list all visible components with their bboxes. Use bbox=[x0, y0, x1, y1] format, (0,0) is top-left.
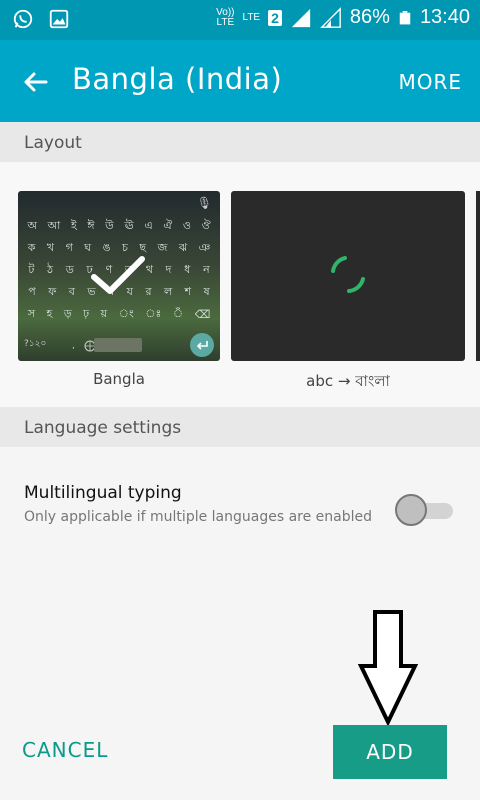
keyboard-key: ই bbox=[70, 218, 77, 232]
keyboard-key: ট bbox=[28, 262, 35, 276]
keyboard-key: ঝ bbox=[178, 240, 188, 254]
multilingual-toggle[interactable] bbox=[395, 492, 455, 528]
down-arrow-annotation-icon bbox=[358, 610, 418, 726]
signal-icon bbox=[291, 8, 311, 27]
keyboard-key: ব bbox=[68, 284, 75, 298]
keyboard-key: ঔ bbox=[201, 218, 211, 232]
clock: 13:40 bbox=[419, 6, 470, 28]
more-button[interactable]: MORE bbox=[398, 70, 462, 94]
keyboard-key: র bbox=[145, 284, 152, 298]
keyboard-row: অআইঈউঊএঐওঔ bbox=[18, 215, 220, 237]
mic-icon: 🎙 bbox=[196, 196, 212, 210]
layout-carousel[interactable]: 🎙 অআইঈউঊএঐওঔকখগঘঙচছজঝঞটঠডঢণতথদধনপফবভমযরল… bbox=[0, 163, 480, 407]
keyboard-key: ং bbox=[118, 306, 134, 320]
back-arrow-icon[interactable] bbox=[18, 64, 54, 100]
symbol-key: ?১২০ bbox=[24, 339, 47, 349]
keyboard-key: ⌫ bbox=[194, 307, 211, 321]
keyboard-key: ল bbox=[163, 284, 173, 298]
keyboard-key: উ bbox=[105, 218, 114, 232]
keyboard-key: ঐ bbox=[163, 218, 173, 232]
toggle-knob bbox=[395, 494, 427, 526]
keyboard-key: ষ bbox=[203, 284, 210, 298]
layout-option-next[interactable] bbox=[476, 191, 480, 361]
keyboard-key: এ bbox=[144, 218, 153, 232]
whatsapp-icon bbox=[13, 9, 33, 29]
comma-key: , bbox=[72, 341, 75, 351]
keyboard-key: ঈ bbox=[87, 218, 95, 232]
layout-option-transliteration[interactable] bbox=[231, 191, 465, 361]
keyboard-key: ন bbox=[203, 262, 210, 276]
keyboard-key: ঊ bbox=[124, 218, 134, 232]
loading-spinner-icon bbox=[331, 256, 365, 293]
setting-title: Multilingual typing bbox=[24, 483, 182, 503]
keyboard-key: ও bbox=[182, 218, 191, 232]
keyboard-bottom-row: ?১২০ , bbox=[18, 329, 220, 361]
layout-caption-transliteration: abc → বাংলা bbox=[306, 372, 390, 390]
keyboard-key: ফ bbox=[48, 284, 57, 298]
signal-icon bbox=[320, 6, 341, 28]
keyboard-key: ঞ bbox=[198, 240, 211, 254]
setting-subtitle: Only applicable if multiple languages ar… bbox=[24, 509, 373, 525]
lte-indicator: LTE bbox=[242, 11, 261, 23]
keyboard-key: থ bbox=[145, 262, 153, 276]
keyboard-key: অ bbox=[27, 218, 37, 232]
status-bar: Vo)) LTE LTE 2 86% 13:40 bbox=[0, 0, 480, 40]
gallery-icon bbox=[49, 9, 69, 29]
keyboard-key: ড় bbox=[63, 306, 72, 320]
keyboard-key: স bbox=[27, 306, 36, 320]
section-header-layout: Layout bbox=[0, 122, 480, 162]
sim-slot-badge: 2 bbox=[268, 9, 282, 26]
volte-icon: Vo)) LTE bbox=[216, 6, 235, 28]
keyboard-key: ক bbox=[27, 240, 36, 254]
multilingual-typing-setting[interactable]: Multilingual typing Only applicable if m… bbox=[0, 447, 480, 537]
keyboard-key: শ bbox=[184, 284, 192, 298]
layout-caption-bangla: Bangla bbox=[93, 370, 145, 388]
keyboard-key: ঢ় bbox=[83, 306, 90, 320]
keyboard-key: ঠ bbox=[47, 262, 53, 276]
enter-key-icon bbox=[190, 333, 214, 357]
keyboard-key: আ bbox=[47, 218, 61, 232]
keyboard-key: খ bbox=[46, 240, 55, 254]
keyboard-key: জ bbox=[157, 240, 168, 254]
keyboard-key: ঁ bbox=[172, 306, 184, 320]
keyboard-key: ড bbox=[65, 262, 74, 276]
keyboard-key: প bbox=[28, 284, 36, 298]
keyboard-key: গ bbox=[65, 240, 73, 254]
spacebar bbox=[94, 338, 142, 352]
keyboard-key: হ bbox=[46, 306, 53, 320]
battery-percent: 86% bbox=[349, 6, 390, 28]
keyboard-row: স হ ড় ঢ় য়ংঃঁ ⌫ bbox=[18, 303, 220, 325]
add-button[interactable]: ADD bbox=[333, 725, 447, 779]
section-header-language-settings: Language settings bbox=[0, 407, 480, 447]
battery-icon bbox=[399, 10, 411, 24]
keyboard-key: ঃ bbox=[145, 306, 162, 320]
layout-option-bangla[interactable]: 🎙 অআইঈউঊএঐওঔকখগঘঙচছজঝঞটঠডঢণতথদধনপফবভমযরল… bbox=[18, 191, 220, 361]
keyboard-key: দ bbox=[165, 262, 172, 276]
keyboard-key: য় bbox=[100, 306, 108, 320]
checkmark-icon bbox=[91, 256, 145, 294]
page-title: Bangla (India) bbox=[72, 62, 283, 96]
keyboard-key: ধ bbox=[184, 262, 191, 276]
cancel-button[interactable]: CANCEL bbox=[22, 738, 108, 762]
app-bar: Bangla (India) MORE bbox=[0, 40, 480, 122]
